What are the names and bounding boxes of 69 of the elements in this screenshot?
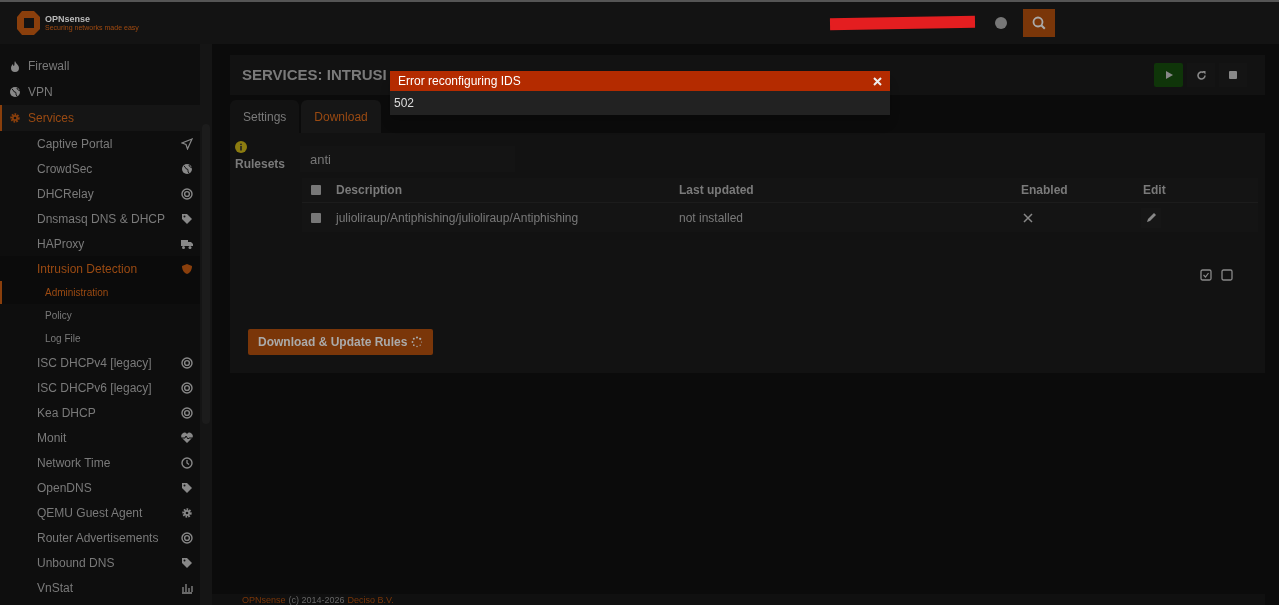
tab[interactable]: Download — [301, 100, 381, 133]
bar-chart-icon — [181, 581, 193, 594]
sidebar-subitem[interactable]: Log File — [0, 327, 200, 350]
start-button[interactable] — [1154, 63, 1183, 87]
rulesets-label: Rulesets — [235, 156, 286, 173]
dialog-title: Error reconfiguring IDS — [398, 73, 521, 90]
column-header[interactable]: Edit — [1137, 181, 1258, 199]
target-icon — [181, 531, 193, 544]
sidebar-item[interactable]: ISC DHCPv4 [legacy] — [0, 350, 200, 375]
table-cell-text: julioliraup/Antiphishing/julioliraup/Antiphishing — [334, 209, 580, 227]
dialog-message: 502 — [394, 95, 415, 112]
reload-icon — [1195, 69, 1207, 81]
paper-plane-icon — [181, 137, 193, 150]
sidebar-item[interactable]: VnStat — [0, 575, 200, 600]
sidebar-item[interactable]: Network Time — [0, 450, 200, 475]
select-all-icon[interactable] — [1200, 269, 1212, 281]
logo-text: OPNsense — [45, 15, 92, 24]
heartbeat-icon — [181, 431, 193, 444]
sidebar-item[interactable]: CrowdSec — [0, 156, 200, 181]
checkbox[interactable] — [311, 185, 321, 195]
target-icon — [181, 406, 193, 419]
pencil-icon — [1145, 212, 1157, 223]
column-header[interactable]: Description — [330, 181, 673, 199]
column-header[interactable]: Enabled — [1015, 181, 1137, 199]
sidebar-item[interactable]: VPN — [0, 79, 200, 105]
gear-icon — [9, 112, 21, 124]
sidebar-item[interactable]: Dnsmasq DNS & DHCP — [0, 206, 200, 231]
column-header[interactable]: Last updated — [673, 181, 1015, 199]
cross-icon[interactable] — [1023, 212, 1033, 223]
info-icon — [235, 141, 247, 153]
tags-icon — [181, 212, 193, 225]
sidebar-item[interactable]: Router Advertisements — [0, 525, 200, 550]
stop-icon — [1229, 71, 1237, 79]
sidebar-item[interactable]: DHCRelay — [0, 181, 200, 206]
tags-icon — [181, 481, 193, 494]
download-update-rules-button[interactable]: Download & Update Rules — [248, 329, 434, 355]
sidebar-subitem[interactable]: Policy — [0, 304, 200, 327]
sidebar-item[interactable]: Services — [0, 105, 200, 131]
gear-icon — [181, 506, 193, 519]
target-icon — [181, 356, 193, 369]
close-icon[interactable] — [873, 76, 882, 86]
play-icon — [1163, 70, 1174, 80]
clock-icon — [181, 456, 193, 469]
truck-icon — [181, 237, 193, 250]
deselect-all-icon[interactable] — [1221, 269, 1233, 281]
sidebar-item[interactable]: HAProxy — [0, 231, 200, 256]
shield-icon — [181, 262, 193, 275]
sidebar-item[interactable]: Kea DHCP — [0, 400, 200, 425]
sidebar-item[interactable]: QEMU Guest Agent — [0, 500, 200, 525]
table-cell-text: not installed — [678, 209, 745, 227]
tags-icon — [181, 556, 193, 569]
sidebar-item[interactable]: Monit — [0, 425, 200, 450]
logo-icon — [16, 10, 42, 36]
search-button[interactable] — [1023, 9, 1055, 37]
sidebar-item[interactable]: Firewall — [0, 53, 200, 79]
sidebar-item[interactable]: ISC DHCPv6 [legacy] — [0, 375, 200, 400]
sidebar-item[interactable]: Captive Portal — [0, 131, 200, 156]
target-icon — [181, 187, 193, 200]
tab[interactable]: Settings — [230, 100, 300, 133]
globe-icon — [181, 162, 193, 175]
target-icon — [181, 381, 193, 394]
flame-icon — [9, 60, 21, 72]
globe-icon — [9, 86, 21, 98]
search-icon — [1032, 16, 1046, 30]
page-title: SERVICES: INTRUSI — [242, 64, 387, 85]
sidebar-item[interactable]: Unbound DNS — [0, 550, 200, 575]
copyright-text: (c) 2014-2026 — [288, 596, 345, 605]
sidebar-item[interactable]: OpenDNS — [0, 475, 200, 500]
checkbox[interactable] — [311, 212, 321, 223]
